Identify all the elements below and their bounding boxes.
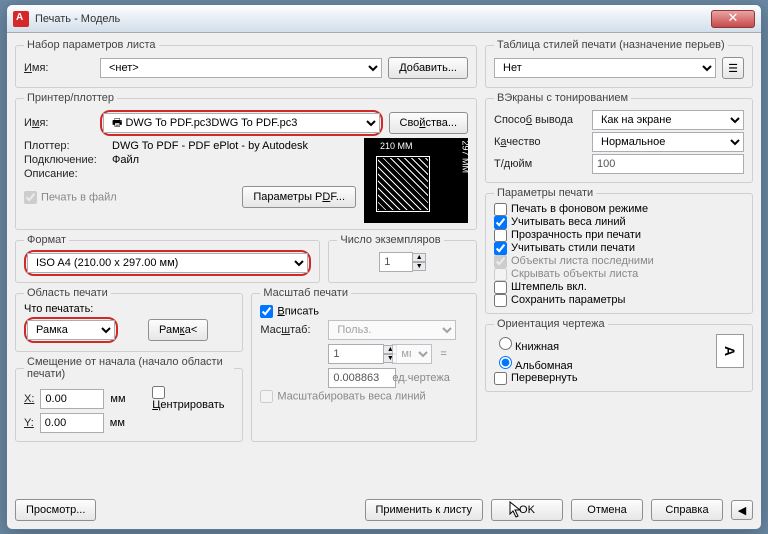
opt-background-checkbox[interactable]: Печать в фоновом режиме (494, 203, 648, 215)
plot-styles-legend: Таблица стилей печати (назначение перьев… (494, 39, 728, 51)
viewports-group: ВЭкраны с тонированием Способ вывода Как … (485, 92, 753, 183)
connection-label: Подключение: (24, 154, 106, 166)
preview-button[interactable]: Просмотр... (15, 499, 96, 521)
close-button[interactable]: ✕ (711, 10, 755, 28)
offset-y-input[interactable] (40, 413, 104, 433)
scale-select: Польз. (328, 320, 456, 340)
apply-to-layout-button[interactable]: Применить к листу (365, 499, 484, 521)
orient-upside-checkbox[interactable]: Перевернуть (494, 372, 578, 384)
orient-portrait-radio[interactable]: Книжная (494, 341, 559, 353)
scale-num-input (328, 344, 384, 364)
ok-button[interactable]: OK (491, 499, 563, 521)
plot-options-group: Параметры печати Печать в фоновом режиме… (485, 187, 753, 314)
print-to-file-checkbox: Печать в файл (24, 191, 117, 204)
copies-spinner[interactable]: ▲▼ (379, 252, 426, 272)
pdf-params-button[interactable]: Параметры PDF... (242, 186, 356, 208)
viewports-legend: ВЭкраны с тонированием (494, 92, 631, 104)
dpi-label: Т/дюйм (494, 158, 586, 170)
opt-transparency-checkbox[interactable]: Прозрачность при печати (494, 229, 641, 241)
paper-preview: 210 MM 297 MM (364, 138, 468, 223)
plot-style-select[interactable]: Нет (494, 58, 716, 78)
center-checkbox[interactable]: Центрировать (152, 386, 234, 411)
plot-style-edit-button[interactable]: ☰ (722, 57, 744, 79)
opt-hideobjects-checkbox: Скрывать объекты листа (494, 268, 638, 280)
plotter-label: Плоттер: (24, 140, 106, 152)
dpi-input (592, 154, 744, 174)
paper-format-select[interactable]: ISO A4 (210.00 x 297.00 мм) (27, 253, 308, 273)
orient-landscape-radio[interactable]: Альбомная (494, 360, 573, 372)
window-title: Печать - Модель (35, 13, 120, 25)
shade-output-label: Способ вывода (494, 114, 586, 126)
add-page-setup-button[interactable]: Добавить... (388, 57, 468, 79)
help-button[interactable]: Справка (651, 499, 723, 521)
opt-lineweights-checkbox[interactable]: Учитывать веса линий (494, 216, 626, 228)
opt-stamp-checkbox[interactable]: Штемпель вкл. (494, 281, 587, 293)
frame-pick-button[interactable]: Рамка< (148, 319, 208, 341)
connection-value: Файл (112, 154, 139, 166)
printer-group: Принтер/плоттер Имя: 🖶 DWG To PDF.pc3DWG… (15, 92, 477, 230)
quality-select[interactable]: Нормальное (592, 132, 744, 152)
orientation-group: Ориентация чертежа Книжная Альбомная Пер… (485, 318, 753, 392)
copies-legend: Число экземпляров (337, 234, 443, 246)
scale-legend: Масштаб печати (260, 287, 351, 299)
opt-savechanges-checkbox[interactable]: Сохранить параметры (494, 294, 625, 306)
paper-format-group: Формат ISO A4 (210.00 x 297.00 мм) (15, 234, 320, 283)
what-to-plot-label: Что печатать: (24, 303, 234, 315)
offset-y-label: Y: (24, 417, 34, 429)
printer-legend: Принтер/плоттер (24, 92, 117, 104)
offset-x-label: X: (24, 393, 34, 405)
scale-weights-checkbox: Масштабировать веса линий (260, 390, 425, 403)
format-legend: Формат (24, 234, 69, 246)
scale-group: Масштаб печати Вписать Масштаб: Польз. ▲… (251, 287, 477, 442)
plot-area-group: Область печати Что печатать: Рамка Рамка… (15, 287, 243, 352)
scale-label: Масштаб: (260, 324, 324, 336)
opt-plotstyles-checkbox[interactable]: Учитывать стили печати (494, 242, 635, 254)
offset-legend: Смещение от начала (начало области печат… (24, 356, 234, 380)
page-setup-group: Набор параметров листа ИИмя:мя: <нет> До… (15, 39, 477, 88)
offset-group: Смещение от начала (начало области печат… (15, 356, 243, 442)
printer-name-select[interactable]: 🖶 DWG To PDF.pc3DWG To PDF.pc3 (103, 113, 380, 133)
copies-group: Число экземпляров ▲▼ (328, 234, 477, 283)
cancel-button[interactable]: Отмена (571, 499, 643, 521)
page-setup-name-label: ИИмя:мя: (24, 62, 94, 74)
scale-unit-select: мм (392, 344, 432, 364)
orientation-icon: A (716, 334, 744, 368)
page-setup-name-select[interactable]: <нет> (100, 58, 382, 78)
offset-x-input[interactable] (40, 389, 104, 409)
plot-styles-group: Таблица стилей печати (назначение перьев… (485, 39, 753, 88)
plotter-value: DWG To PDF - PDF ePlot - by Autodesk (112, 140, 308, 152)
description-label: Описание: (24, 168, 106, 180)
plot-area-legend: Область печати (24, 287, 111, 299)
printer-name-label: Имя: (24, 117, 94, 129)
page-setup-legend: Набор параметров листа (24, 39, 159, 51)
opt-paperlast-checkbox: Объекты листа последними (494, 255, 654, 267)
orientation-legend: Ориентация чертежа (494, 318, 608, 330)
print-dialog: Печать - Модель ✕ Набор параметров листа… (6, 4, 762, 530)
what-to-plot-select[interactable]: Рамка (27, 320, 115, 340)
printer-properties-button[interactable]: Свойства... (389, 112, 469, 134)
titlebar[interactable]: Печать - Модель ✕ (7, 5, 761, 33)
expand-options-button[interactable]: ◀ (731, 500, 753, 520)
fit-checkbox[interactable]: Вписать (260, 305, 319, 318)
plot-options-legend: Параметры печати (494, 187, 596, 199)
app-icon (13, 11, 29, 27)
quality-label: Качество (494, 136, 586, 148)
scale-den-input (328, 368, 396, 388)
shade-output-select[interactable]: Как на экране (592, 110, 744, 130)
